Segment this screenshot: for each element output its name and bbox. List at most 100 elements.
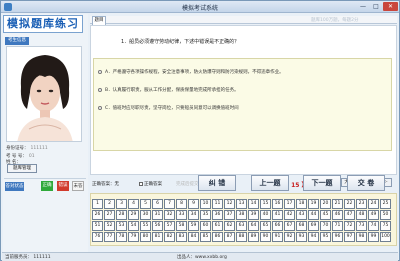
option-c-radio[interactable] (98, 105, 102, 110)
question-number-cell[interactable]: 77 (104, 232, 115, 242)
question-number-cell[interactable]: 25 (380, 199, 391, 209)
question-number-cell[interactable]: 2 (104, 199, 115, 209)
question-number-cell[interactable]: 74 (368, 221, 379, 231)
answer-check-row[interactable]: 正确答案 (139, 181, 162, 187)
question-number-cell[interactable]: 48 (356, 210, 367, 220)
question-number-cell[interactable]: 17 (284, 199, 295, 209)
question-number-cell[interactable]: 89 (248, 232, 259, 242)
question-number-cell[interactable]: 1 (92, 199, 103, 209)
question-number-cell[interactable]: 91 (272, 232, 283, 242)
question-number-cell[interactable]: 47 (344, 210, 355, 220)
question-number-cell[interactable]: 84 (188, 232, 199, 242)
question-number-cell[interactable]: 46 (332, 210, 343, 220)
question-number-cell[interactable]: 21 (332, 199, 343, 209)
question-number-cell[interactable]: 41 (272, 210, 283, 220)
question-number-cell[interactable]: 70 (320, 221, 331, 231)
question-number-cell[interactable]: 13 (236, 199, 247, 209)
question-number-cell[interactable]: 14 (248, 199, 259, 209)
question-number-cell[interactable]: 98 (356, 232, 367, 242)
question-number-cell[interactable]: 6 (152, 199, 163, 209)
question-number-cell[interactable]: 30 (140, 210, 151, 220)
option-a-radio[interactable] (98, 69, 102, 74)
question-number-cell[interactable]: 51 (92, 221, 103, 231)
question-number-cell[interactable]: 50 (380, 210, 391, 220)
question-bank-manage-button[interactable]: 题库管理 (7, 164, 37, 173)
question-number-cell[interactable]: 67 (284, 221, 295, 231)
question-number-cell[interactable]: 34 (188, 210, 199, 220)
question-number-cell[interactable]: 58 (176, 221, 187, 231)
question-number-cell[interactable]: 53 (116, 221, 127, 231)
question-number-cell[interactable]: 94 (308, 232, 319, 242)
option-c[interactable]: C．值班时应尽职尽责，坚守岗位，只要船员同意可以调换值班时间 (98, 105, 239, 111)
question-number-cell[interactable]: 32 (164, 210, 175, 220)
question-number-cell[interactable]: 26 (92, 210, 103, 220)
question-number-cell[interactable]: 81 (152, 232, 163, 242)
question-number-cell[interactable]: 18 (296, 199, 307, 209)
question-number-cell[interactable]: 12 (224, 199, 235, 209)
question-number-cell[interactable]: 85 (200, 232, 211, 242)
option-b-radio[interactable] (98, 87, 102, 92)
question-number-cell[interactable]: 57 (164, 221, 175, 231)
question-number-cell[interactable]: 3 (116, 199, 127, 209)
question-number-cell[interactable]: 4 (128, 199, 139, 209)
previous-question-button[interactable]: 上一题 (251, 175, 289, 191)
question-number-cell[interactable]: 43 (296, 210, 307, 220)
question-number-cell[interactable]: 63 (236, 221, 247, 231)
question-number-cell[interactable]: 66 (272, 221, 283, 231)
question-number-cell[interactable]: 35 (200, 210, 211, 220)
question-number-cell[interactable]: 54 (128, 221, 139, 231)
option-b[interactable]: B．认真履行职责，服从工作分配，保质保量地完成所承担的任务。 (98, 87, 239, 93)
question-number-cell[interactable]: 33 (176, 210, 187, 220)
question-number-cell[interactable]: 8 (176, 199, 187, 209)
option-a[interactable]: A．严格遵守各项操作规程，安全注意事项，防火防爆守则和防污染规则，不得违章作业。 (98, 69, 284, 75)
question-number-cell[interactable]: 82 (164, 232, 175, 242)
question-number-cell[interactable]: 78 (116, 232, 127, 242)
question-number-cell[interactable]: 55 (140, 221, 151, 231)
question-number-cell[interactable]: 79 (128, 232, 139, 242)
question-number-cell[interactable]: 60 (200, 221, 211, 231)
question-number-cell[interactable]: 59 (188, 221, 199, 231)
question-number-cell[interactable]: 68 (296, 221, 307, 231)
question-number-cell[interactable]: 56 (152, 221, 163, 231)
question-number-cell[interactable]: 16 (272, 199, 283, 209)
question-number-cell[interactable]: 87 (224, 232, 235, 242)
question-number-cell[interactable]: 42 (284, 210, 295, 220)
question-number-cell[interactable]: 38 (236, 210, 247, 220)
question-number-cell[interactable]: 97 (344, 232, 355, 242)
question-number-cell[interactable]: 10 (200, 199, 211, 209)
question-number-cell[interactable]: 49 (368, 210, 379, 220)
question-number-cell[interactable]: 95 (320, 232, 331, 242)
question-number-cell[interactable]: 64 (248, 221, 259, 231)
question-number-cell[interactable]: 24 (368, 199, 379, 209)
question-number-cell[interactable]: 15 (260, 199, 271, 209)
question-number-cell[interactable]: 11 (212, 199, 223, 209)
question-number-cell[interactable]: 93 (296, 232, 307, 242)
question-number-cell[interactable]: 72 (344, 221, 355, 231)
question-number-cell[interactable]: 75 (380, 221, 391, 231)
question-number-cell[interactable]: 20 (320, 199, 331, 209)
question-number-cell[interactable]: 19 (308, 199, 319, 209)
question-number-cell[interactable]: 88 (236, 232, 247, 242)
question-number-cell[interactable]: 92 (284, 232, 295, 242)
tab-question[interactable]: 题目 (92, 16, 106, 25)
question-number-cell[interactable]: 39 (248, 210, 259, 220)
question-number-cell[interactable]: 73 (356, 221, 367, 231)
question-number-cell[interactable]: 36 (212, 210, 223, 220)
question-number-cell[interactable]: 100 (380, 232, 391, 242)
answer-checkbox[interactable] (139, 181, 143, 186)
question-number-cell[interactable]: 31 (152, 210, 163, 220)
question-number-cell[interactable]: 83 (176, 232, 187, 242)
question-number-cell[interactable]: 65 (260, 221, 271, 231)
question-number-cell[interactable]: 45 (320, 210, 331, 220)
question-number-cell[interactable]: 40 (260, 210, 271, 220)
next-question-button[interactable]: 下一题 (303, 175, 341, 191)
close-button[interactable]: ✕ (383, 2, 398, 11)
question-number-cell[interactable]: 99 (368, 232, 379, 242)
question-number-cell[interactable]: 86 (212, 232, 223, 242)
question-number-cell[interactable]: 37 (224, 210, 235, 220)
question-number-cell[interactable]: 29 (128, 210, 139, 220)
question-number-cell[interactable]: 22 (344, 199, 355, 209)
question-number-cell[interactable]: 52 (104, 221, 115, 231)
question-number-cell[interactable]: 62 (224, 221, 235, 231)
question-number-cell[interactable]: 71 (332, 221, 343, 231)
